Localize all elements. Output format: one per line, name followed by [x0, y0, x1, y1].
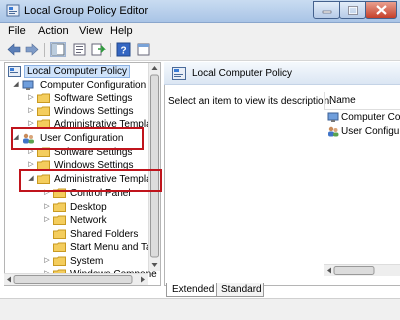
- minimize-button[interactable]: [313, 1, 340, 19]
- tree-item-start-menu[interactable]: Start Menu and Tas: [5, 241, 157, 254]
- show-hide-tree-icon[interactable]: [50, 42, 66, 57]
- scroll-thumb: [333, 266, 375, 275]
- users-icon: [327, 126, 339, 137]
- collapse-arrow-icon[interactable]: ◢: [12, 80, 20, 90]
- back-arrow-icon[interactable]: [6, 42, 22, 57]
- name-column-label: Name: [329, 95, 356, 106]
- policy-icon: [172, 67, 186, 80]
- policy-icon: [8, 66, 21, 77]
- folder-icon: [53, 256, 66, 266]
- policy-editor-icon: [6, 4, 20, 17]
- folder-icon: [53, 215, 66, 225]
- tree-horizontal-scrollbar[interactable]: [4, 273, 148, 285]
- properties-icon[interactable]: [72, 42, 88, 57]
- close-button[interactable]: [365, 1, 397, 19]
- scroll-thumb: [13, 275, 133, 284]
- forward-arrow-icon[interactable]: [24, 42, 40, 57]
- scroll-down-arrow-icon: [151, 263, 158, 267]
- tree-item-computer-configuration[interactable]: ◢ Computer Configuration: [5, 79, 151, 92]
- tree-item-network[interactable]: ▷ Network: [5, 214, 151, 227]
- toolbar-separator: [110, 43, 111, 57]
- list-horizontal-scrollbar[interactable]: [324, 264, 400, 276]
- tree-item-local-computer-policy[interactable]: Local Computer Policy: [6, 65, 152, 78]
- folder-icon: [37, 93, 50, 103]
- details-title: Local Computer Policy: [192, 68, 293, 79]
- export-list-icon[interactable]: [90, 42, 106, 57]
- status-bar: [0, 298, 400, 320]
- scroll-thumb: [150, 74, 159, 258]
- help-icon[interactable]: ?: [116, 42, 132, 57]
- maximize-button[interactable]: [339, 1, 366, 19]
- tree-item-cc-software-settings[interactable]: ▷ Software Settings: [5, 92, 151, 105]
- maximize-icon: [347, 5, 358, 15]
- menu-view[interactable]: View: [79, 25, 103, 37]
- menu-bar: File Action View Help: [0, 23, 400, 40]
- scroll-left-arrow-icon: [327, 267, 331, 274]
- computer-icon: [327, 112, 339, 123]
- scroll-left-arrow-icon: [7, 276, 11, 283]
- expand-arrow-icon[interactable]: ▷: [43, 202, 51, 212]
- menu-file[interactable]: File: [8, 25, 26, 37]
- folder-icon: [53, 229, 66, 239]
- scroll-up-arrow-icon: [151, 66, 158, 70]
- expand-arrow-icon[interactable]: ▷: [43, 256, 51, 266]
- minimize-icon: [322, 10, 331, 14]
- tab-standard[interactable]: Standard: [216, 283, 264, 297]
- extended-view-icon[interactable]: [136, 42, 152, 57]
- highlight-user-configuration: [11, 127, 144, 150]
- tree-item-system[interactable]: ▷ System: [5, 255, 151, 268]
- expand-arrow-icon[interactable]: ▷: [27, 106, 35, 116]
- highlight-administrative-templates: [19, 169, 162, 192]
- toolbar: ?: [0, 40, 400, 61]
- expand-arrow-icon[interactable]: ▷: [43, 215, 51, 225]
- folder-icon: [37, 106, 50, 116]
- scroll-right-arrow-icon: [141, 276, 145, 283]
- computer-icon: [22, 80, 35, 90]
- tree-item-shared-folders[interactable]: Shared Folders: [5, 228, 151, 241]
- tree-vertical-scrollbar[interactable]: [148, 63, 160, 271]
- window-title: Local Group Policy Editor: [24, 5, 149, 17]
- tree-item-desktop[interactable]: ▷ Desktop: [5, 201, 151, 214]
- description-text: Select an item to view its description.: [168, 96, 332, 107]
- expand-arrow-icon[interactable]: ▷: [27, 93, 35, 103]
- menu-action[interactable]: Action: [38, 25, 69, 37]
- tree-item-cc-windows-settings[interactable]: ▷ Windows Settings: [5, 105, 151, 118]
- svg-text:?: ?: [120, 46, 126, 57]
- tab-extended[interactable]: Extended: [166, 283, 218, 297]
- folder-icon: [53, 242, 66, 252]
- close-icon: [375, 5, 387, 15]
- menu-help[interactable]: Help: [110, 25, 133, 37]
- toolbar-separator: [44, 43, 45, 57]
- folder-icon: [53, 202, 66, 212]
